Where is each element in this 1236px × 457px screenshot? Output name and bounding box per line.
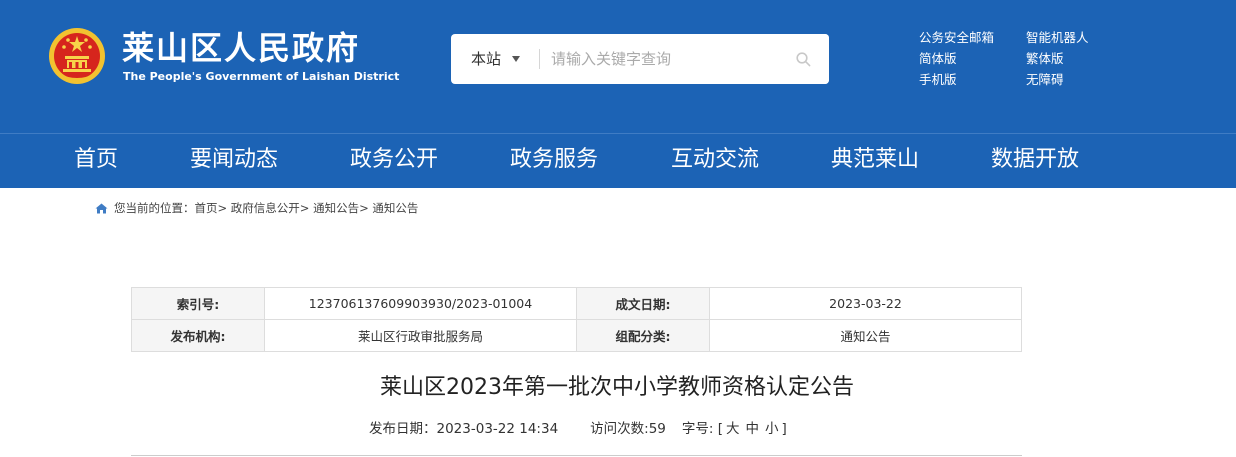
search-box: 本站 [451, 34, 829, 84]
font-size-large-button[interactable]: 大 [726, 421, 740, 437]
breadcrumb-separator: > [299, 201, 310, 215]
article-meta: 发布日期：2023-03-22 14:34 访问次数:59 字号: [大中小] [369, 420, 787, 438]
link-traditional-chinese[interactable]: 繁体版 [1026, 51, 1064, 67]
nav-item-model-laishan[interactable]: 典范莱山 [831, 134, 919, 188]
font-size-label: 字号: [681, 421, 714, 437]
org-label: 发布机构: [131, 319, 265, 352]
index-value: 123706137609903930/2023-01004 [264, 287, 577, 320]
link-secure-mailbox[interactable]: 公务安全邮箱 [919, 30, 994, 46]
table-row: 发布机构: 莱山区行政审批服务局 组配分类: 通知公告 [131, 319, 1022, 352]
publish-date: 2023-03-22 14:34 [436, 421, 559, 437]
link-mobile-version[interactable]: 手机版 [919, 72, 957, 88]
search-icon[interactable] [796, 52, 811, 67]
category-label: 组配分类: [576, 319, 710, 352]
breadcrumb: 您当前的位置：首页> 政府信息公开> 通知公告> 通知公告 [95, 200, 418, 216]
breadcrumb-item-notices[interactable]: 通知公告 [313, 201, 359, 215]
chevron-down-icon[interactable] [512, 56, 520, 62]
index-label: 索引号: [131, 287, 265, 320]
breadcrumb-prefix: 您当前的位置： [114, 201, 195, 215]
search-divider [539, 49, 540, 69]
article-title: 莱山区2023年第一批次中小学教师资格认定公告 [380, 375, 854, 400]
nav-item-gov-services[interactable]: 政务服务 [510, 134, 598, 188]
breadcrumb-item-home[interactable]: 首页 [195, 201, 218, 215]
site-subtitle: The People's Government of Laishan Distr… [123, 70, 400, 83]
breadcrumb-item-notices-current[interactable]: 通知公告 [372, 201, 418, 215]
link-simplified-chinese[interactable]: 简体版 [919, 51, 957, 67]
site-title[interactable]: 莱山区人民政府 [122, 28, 360, 68]
date-value: 2023-03-22 [709, 287, 1022, 320]
site-header: 莱山区人民政府 The People's Government of Laish… [0, 0, 1236, 133]
national-emblem-icon[interactable] [48, 27, 106, 85]
publish-date-label: 发布日期： [369, 421, 437, 437]
divider [131, 455, 1022, 456]
search-button[interactable] [778, 34, 829, 84]
font-size-medium-button[interactable]: 中 [746, 421, 760, 437]
nav-item-gov-affairs-open[interactable]: 政务公开 [350, 134, 438, 188]
search-scope-select[interactable]: 本站 [471, 34, 501, 84]
nav-item-home[interactable]: 首页 [74, 134, 118, 188]
category-value: 通知公告 [709, 319, 1022, 352]
link-accessibility[interactable]: 无障碍 [1026, 72, 1064, 88]
font-size-small-button[interactable]: 小 [765, 421, 779, 437]
main-nav: 首页 要闻动态 政务公开 政务服务 互动交流 典范莱山 数据开放 [0, 133, 1236, 188]
search-input[interactable] [551, 44, 771, 74]
document-meta-table: 索引号: 123706137609903930/2023-01004 成文日期:… [131, 287, 1022, 352]
table-row: 索引号: 123706137609903930/2023-01004 成文日期:… [131, 287, 1022, 320]
org-value: 莱山区行政审批服务局 [264, 319, 577, 352]
font-size-open-bracket: [ [717, 421, 724, 437]
breadcrumb-separator: > [217, 201, 228, 215]
visits-count: 59 [648, 421, 666, 437]
nav-item-interaction[interactable]: 互动交流 [671, 134, 759, 188]
nav-item-news[interactable]: 要闻动态 [190, 134, 278, 188]
font-size-close-bracket: ] [781, 421, 787, 437]
breadcrumb-separator: > [359, 201, 369, 215]
nav-item-open-data[interactable]: 数据开放 [991, 134, 1079, 188]
link-smart-robot[interactable]: 智能机器人 [1026, 30, 1089, 46]
visits-label: 访问次数: [590, 421, 649, 437]
home-icon [95, 203, 108, 214]
breadcrumb-item-gov-info[interactable]: 政府信息公开 [231, 201, 300, 215]
date-label: 成文日期: [576, 287, 710, 320]
